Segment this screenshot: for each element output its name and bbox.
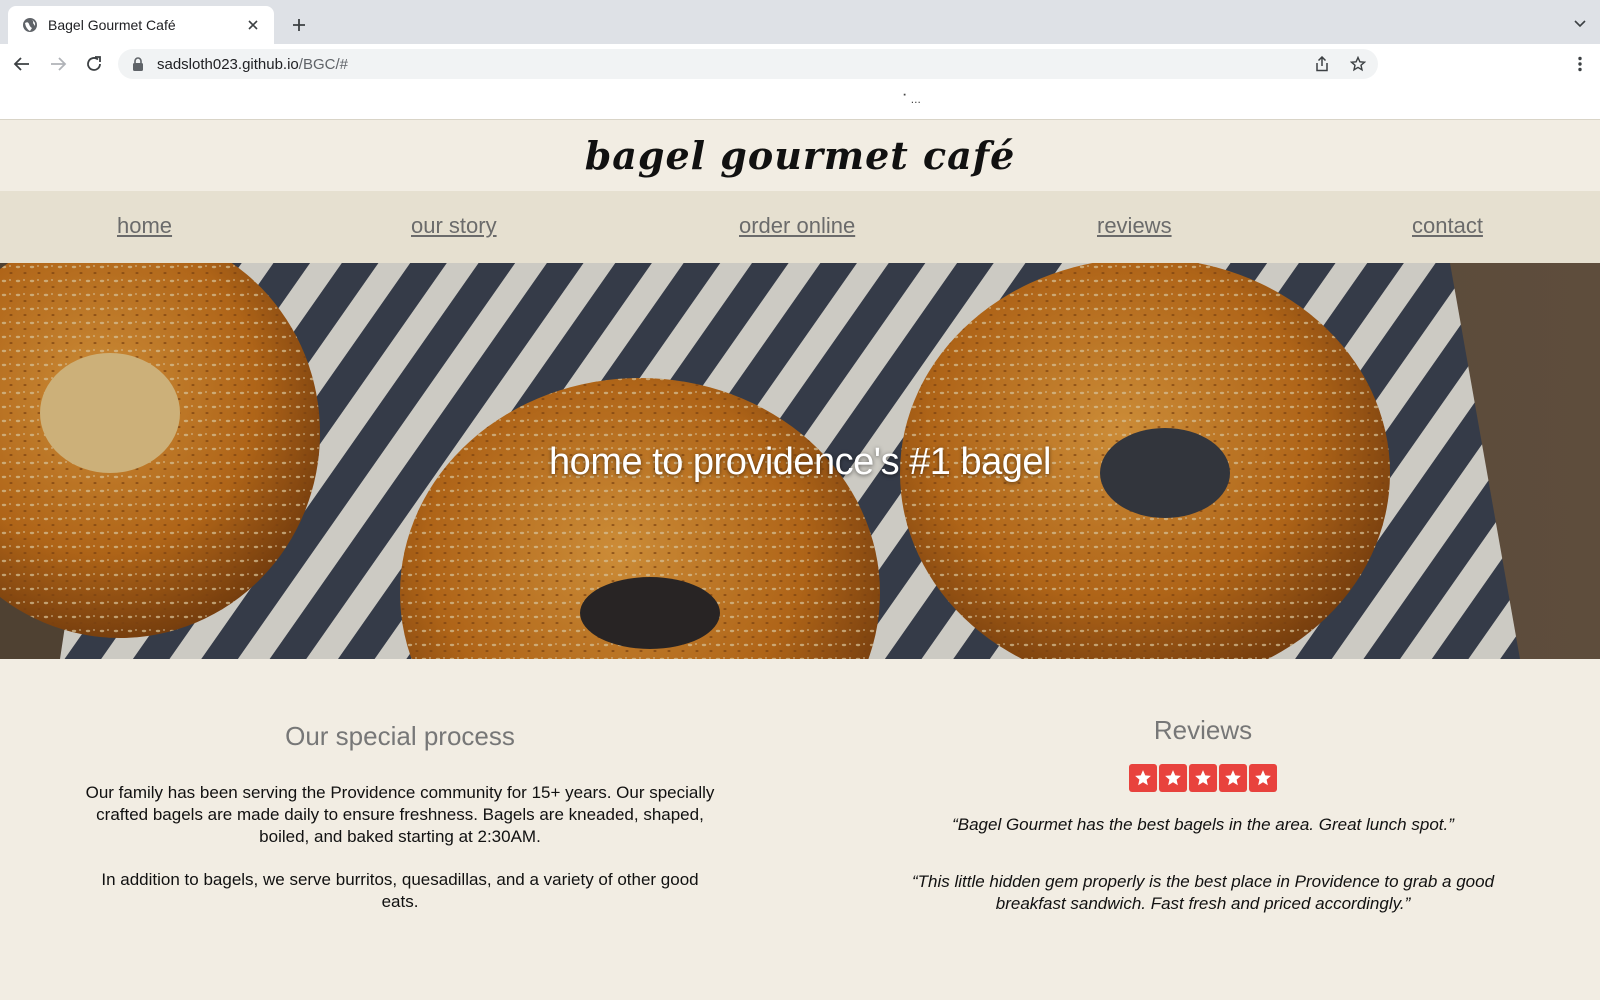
loading-indicator: ⠁... — [902, 92, 921, 106]
lock-icon — [132, 57, 144, 71]
site-logo[interactable]: bagel gourmet café — [585, 133, 1016, 178]
new-tab-icon[interactable] — [288, 14, 310, 36]
nav-link-reviews[interactable]: reviews — [1097, 213, 1172, 239]
address-bar[interactable]: sadsloth023.github.io/BGC/# — [118, 49, 1378, 79]
tab-title: Bagel Gourmet Café — [48, 17, 176, 33]
star-icon — [1189, 764, 1217, 792]
browser-toolbar: sadsloth023.github.io/BGC/# — [0, 44, 1600, 84]
browser-tab-strip: Bagel Gourmet Café — [0, 0, 1600, 44]
process-paragraph: Our family has been serving the Providen… — [85, 783, 715, 846]
chevron-down-icon[interactable] — [1572, 15, 1588, 31]
page-top-strip: ⠁... — [0, 84, 1600, 120]
browser-tab[interactable]: Bagel Gourmet Café — [8, 6, 274, 44]
back-arrow-icon[interactable] — [10, 52, 34, 76]
main-content: Our special process Our family has been … — [0, 659, 1600, 1000]
site-header: bagel gourmet café — [0, 120, 1600, 191]
nav-link-contact[interactable]: contact — [1412, 213, 1483, 239]
url-text: sadsloth023.github.io/BGC/# — [157, 56, 348, 73]
reviews-section: Reviews “Bagel Gourmet has the best bage… — [880, 715, 1526, 950]
nav-link-home[interactable]: home — [117, 213, 172, 239]
nav-link-order-online[interactable]: order online — [739, 213, 855, 239]
more-menu-icon[interactable] — [1572, 56, 1588, 72]
process-heading: Our special process — [285, 721, 515, 751]
bookmark-star-icon[interactable] — [1350, 56, 1366, 72]
review-quote: “This little hidden gem properly is the … — [911, 872, 1495, 913]
close-tab-icon[interactable] — [244, 16, 262, 34]
process-section: Our special process Our family has been … — [84, 721, 716, 934]
process-paragraph: In addition to bagels, we serve burritos… — [101, 870, 699, 911]
star-icon — [1159, 764, 1187, 792]
main-navigation: home our story order online reviews cont… — [0, 191, 1600, 263]
star-icon — [1129, 764, 1157, 792]
url-host: sadsloth023.github.io — [157, 55, 299, 73]
star-icon — [1219, 764, 1247, 792]
globe-icon — [22, 17, 38, 33]
reviews-heading: Reviews — [1153, 715, 1253, 745]
star-icon — [1249, 764, 1277, 792]
nav-link-our-story[interactable]: our story — [411, 213, 497, 239]
forward-arrow-icon[interactable] — [46, 52, 70, 76]
star-rating — [880, 764, 1526, 792]
hero-banner: home to providence's #1 bagel — [0, 263, 1600, 659]
share-icon[interactable] — [1314, 56, 1330, 72]
hero-title: home to providence's #1 bagel — [549, 441, 1051, 483]
review-quote: “Bagel Gourmet has the best bagels in th… — [952, 815, 1454, 834]
reload-icon[interactable] — [82, 52, 106, 76]
url-path: /BGC/# — [298, 55, 348, 73]
